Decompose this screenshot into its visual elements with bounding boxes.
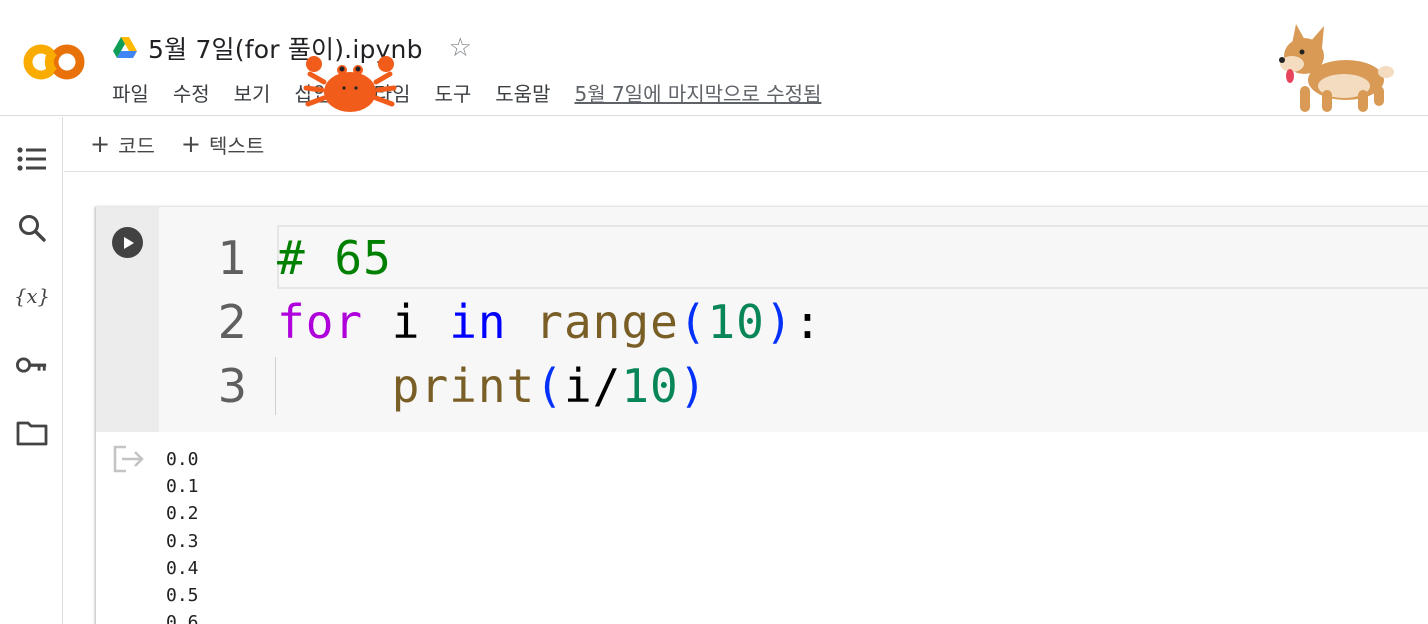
code-line-1: 1 # 65 — [159, 227, 1428, 289]
code-line-2: 2 for i in range(10): — [159, 291, 1428, 353]
header: 5월 7일(for 풀이).ipynb ☆ 파일 수정 보기 삽입 런타임 도구… — [0, 0, 1428, 116]
cell-gutter — [96, 207, 159, 432]
keyword-in: in — [449, 295, 507, 349]
play-icon — [123, 236, 134, 249]
add-code-cell-button[interactable]: + 코드 — [90, 130, 155, 159]
add-text-cell-button[interactable]: + 텍스트 — [181, 130, 264, 159]
files-folder-icon[interactable] — [16, 417, 48, 449]
left-sidebar: {x} — [0, 117, 63, 624]
open-paren: ( — [535, 359, 564, 413]
output-line: 0.5 — [166, 585, 199, 607]
function-range: range — [535, 295, 679, 349]
number-literal: 10 — [621, 359, 679, 413]
output-icon[interactable] — [112, 444, 146, 474]
menu-file[interactable]: 파일 — [112, 78, 149, 107]
output-line: 0.4 — [166, 557, 199, 579]
svg-text:{x}: {x} — [16, 285, 48, 308]
line-number: 3 — [217, 359, 247, 413]
colab-logo-icon[interactable] — [20, 40, 88, 84]
code-text: for i in range(10): — [277, 295, 822, 349]
close-paren: ) — [678, 359, 708, 413]
loop-variable: i — [391, 295, 421, 349]
line-number: 1 — [217, 231, 247, 285]
output-line: 0.6 — [166, 612, 199, 624]
cell-output: 0.0 0.1 0.2 0.3 0.4 0.5 0.6 — [96, 432, 1428, 624]
colon: : — [793, 295, 823, 349]
output-line: 0.3 — [166, 530, 199, 552]
menu-view[interactable]: 보기 — [234, 78, 271, 107]
variables-icon[interactable]: {x} — [16, 281, 48, 313]
code-line-3: 3 print(i/10) — [159, 355, 1428, 417]
google-drive-icon[interactable] — [112, 36, 138, 60]
code-editor[interactable]: 1 # 65 2 for i in range(10): 3 print(i/1… — [159, 207, 1428, 432]
argument: i/ — [563, 359, 622, 413]
title-row: 5월 7일(for 풀이).ipynb ☆ — [112, 30, 472, 66]
number-literal: 10 — [707, 295, 765, 349]
add-code-label: 코드 — [118, 133, 155, 158]
plus-icon: + — [90, 130, 111, 158]
plus-icon: + — [180, 130, 202, 158]
add-text-label: 텍스트 — [209, 133, 265, 158]
line-number: 2 — [217, 295, 247, 349]
code-comment: # 65 — [277, 231, 392, 285]
keyword-for: for — [277, 295, 364, 349]
output-text: 0.0 0.1 0.2 0.3 0.4 0.5 0.6 — [166, 446, 199, 624]
notebook-toolbar: + 코드 + 텍스트 — [64, 117, 1428, 172]
output-line: 0.2 — [166, 503, 199, 525]
table-of-contents-icon[interactable] — [16, 143, 48, 175]
star-icon[interactable]: ☆ — [449, 35, 472, 61]
menu-help[interactable]: 도움말 — [495, 78, 550, 107]
function-print: print — [391, 359, 536, 413]
code-text: print(i/10) — [277, 359, 707, 413]
output-line: 0.1 — [166, 476, 199, 498]
menu-edit[interactable]: 수정 — [173, 78, 210, 107]
output-line: 0.0 — [166, 449, 199, 470]
close-paren: ) — [764, 295, 794, 349]
code-cell[interactable]: 1 # 65 2 for i in range(10): 3 print(i/1… — [95, 207, 1428, 624]
last-edited-link[interactable]: 5월 7일에 마지막으로 수정됨 — [574, 78, 821, 107]
open-paren: ( — [678, 295, 708, 349]
crab-mascot-icon — [303, 56, 397, 112]
secrets-key-icon[interactable] — [16, 349, 48, 381]
menu-bar: 파일 수정 보기 삽입 런타임 도구 도움말 5월 7일에 마지막으로 수정됨 — [112, 78, 821, 107]
run-cell-button[interactable] — [112, 227, 143, 258]
menu-tools[interactable]: 도구 — [434, 78, 471, 107]
search-icon[interactable] — [16, 212, 48, 244]
corgi-mascot-icon — [1279, 24, 1394, 112]
